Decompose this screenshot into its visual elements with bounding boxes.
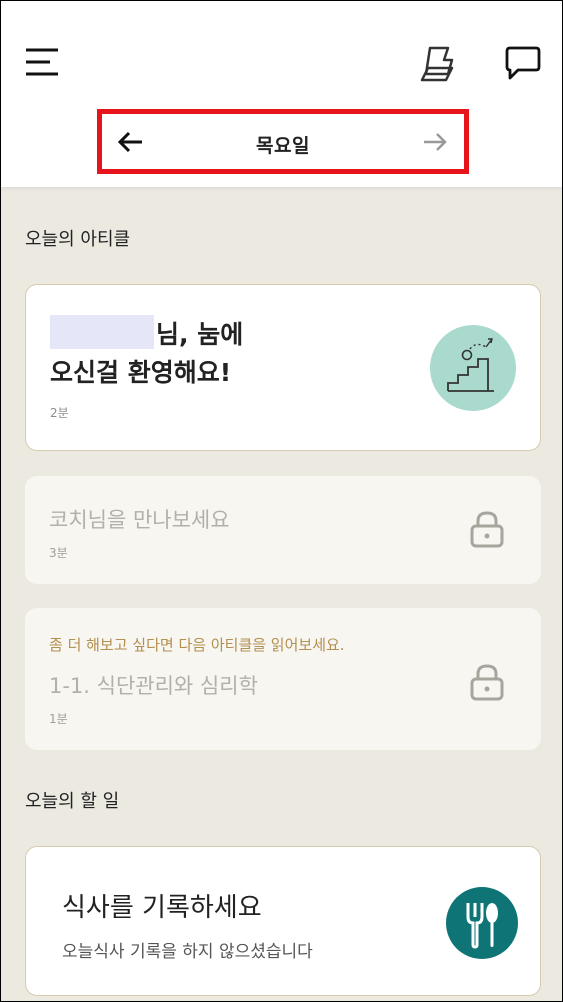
article-title: 님, 눔에 오신걸 환영해요!: [50, 315, 390, 392]
article-duration: 1분: [49, 712, 68, 726]
fork-spoon-icon: [446, 887, 518, 959]
day-label: 목요일: [256, 135, 310, 157]
section-title-todo: 오늘의 할 일: [25, 791, 120, 812]
lock-icon: [469, 510, 505, 548]
arrow-right-icon[interactable]: [420, 128, 450, 156]
article-duration: 2분: [50, 406, 69, 420]
article-title: 1-1. 식단관리와 심리학: [49, 674, 258, 698]
todo-card-meal-log[interactable]: 식사를 기록하세요 오늘식사 기록을 하지 않으셨습니다: [25, 846, 541, 996]
lock-icon: [469, 663, 505, 701]
menu-icon[interactable]: [21, 41, 63, 83]
stairs-illustration-icon: [430, 325, 516, 411]
article-card-psychology[interactable]: 좀 더 해보고 싶다면 다음 아티클을 읽어보세요. 1-1. 식단관리와 심리…: [25, 608, 541, 750]
day-navigator: 목요일: [97, 109, 469, 174]
article-duration: 3분: [49, 546, 68, 560]
article-card-coach[interactable]: 코치님을 만나보세요 3분: [25, 476, 541, 584]
next-article-hint: 좀 더 해보고 싶다면 다음 아티클을 읽어보세요.: [49, 636, 345, 654]
flag-icon[interactable]: [415, 41, 461, 87]
chat-icon[interactable]: [501, 41, 545, 85]
article-title: 코치님을 만나보세요: [49, 508, 230, 532]
section-title-articles: 오늘의 아티클: [25, 229, 131, 250]
article-card-welcome[interactable]: 님, 눔에 오신걸 환영해요! 2분: [25, 284, 541, 451]
todo-title: 식사를 기록하세요: [62, 893, 262, 923]
title-line-1: 님, 눔에: [156, 320, 244, 349]
todo-subtitle: 오늘식사 기록을 하지 않으셨습니다: [62, 942, 313, 962]
redacted-username: [50, 315, 154, 349]
title-line-2: 오신걸 환영해요!: [50, 358, 232, 387]
top-bar: 목요일: [1, 1, 562, 187]
